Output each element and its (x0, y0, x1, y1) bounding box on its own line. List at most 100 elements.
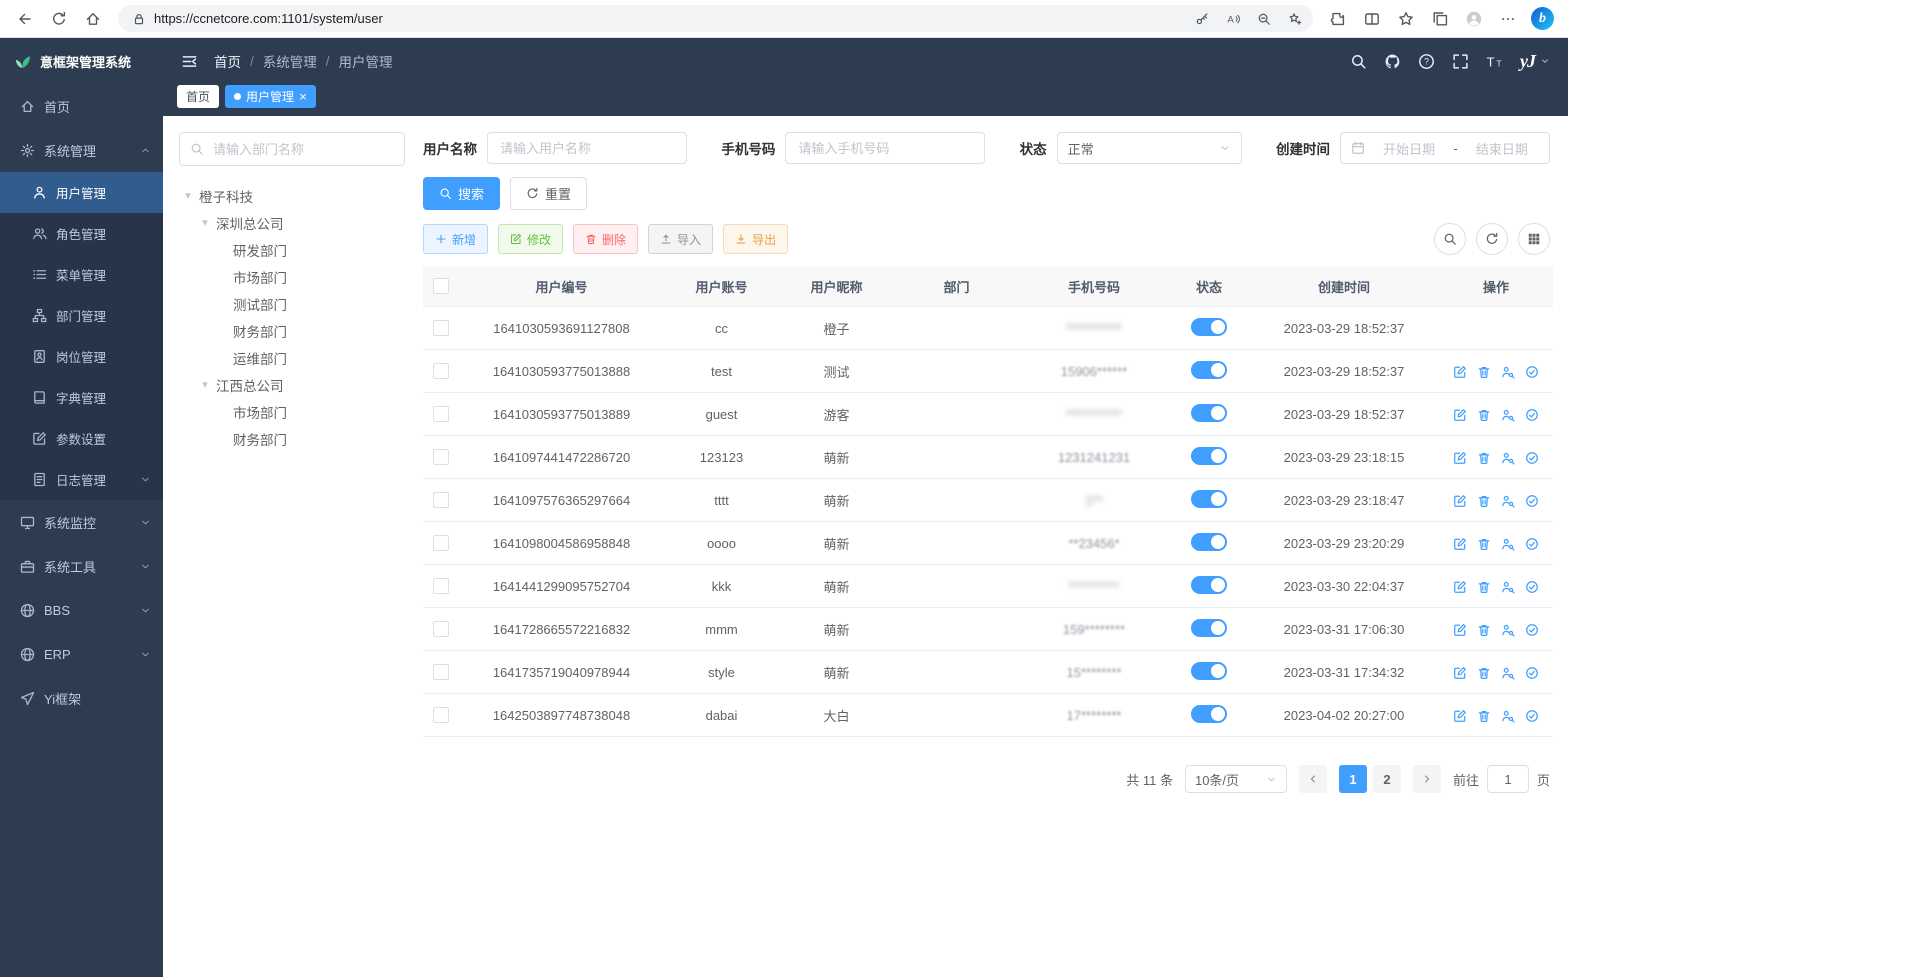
status-toggle[interactable] (1191, 705, 1227, 723)
tab-item[interactable]: 用户管理× (225, 85, 316, 108)
breadcrumb-item[interactable]: 系统管理 (263, 51, 317, 71)
tree-node[interactable]: ▾深圳总公司 (179, 209, 405, 236)
status-toggle[interactable] (1191, 447, 1227, 465)
delete-icon[interactable] (1477, 666, 1491, 680)
copilot-icon[interactable]: b (1531, 7, 1554, 30)
dept-search-input[interactable] (211, 141, 394, 158)
sidebar-toggle-icon[interactable] (181, 53, 198, 70)
reset-password-icon[interactable] (1501, 451, 1515, 465)
sidebar-item[interactable]: ERP (0, 632, 163, 676)
sidebar-item[interactable]: 岗位管理 (0, 336, 163, 377)
edit-icon[interactable] (1453, 451, 1467, 465)
toggle-search-button[interactable] (1434, 223, 1466, 255)
reset-password-icon[interactable] (1501, 494, 1515, 508)
tree-caret-icon[interactable]: ▾ (198, 216, 212, 229)
status-select[interactable]: 正常 (1057, 132, 1242, 164)
tree-node[interactable]: ▾橙子科技 (179, 182, 405, 209)
authorize-icon[interactable] (1525, 580, 1539, 594)
breadcrumb-item[interactable]: 首页 (214, 51, 241, 71)
reset-password-icon[interactable] (1501, 365, 1515, 379)
delete-icon[interactable] (1477, 408, 1491, 422)
edit-icon[interactable] (1453, 408, 1467, 422)
edit-button[interactable]: 修改 (498, 224, 563, 254)
user-menu-arrow-icon[interactable] (1540, 56, 1550, 66)
edit-icon[interactable] (1453, 365, 1467, 379)
tree-node[interactable]: 财务部门 (179, 425, 405, 452)
row-checkbox[interactable] (433, 406, 449, 422)
authorize-icon[interactable] (1525, 494, 1539, 508)
delete-icon[interactable] (1477, 451, 1491, 465)
add-button[interactable]: 新增 (423, 224, 488, 254)
sidebar-item[interactable]: 系统监控 (0, 500, 163, 544)
extensions-icon[interactable] (1323, 4, 1353, 34)
collections-icon[interactable] (1425, 4, 1455, 34)
next-page-button[interactable] (1413, 765, 1441, 793)
row-checkbox[interactable] (433, 449, 449, 465)
status-toggle[interactable] (1191, 662, 1227, 680)
tab-close-icon[interactable]: × (299, 90, 307, 103)
status-toggle[interactable] (1191, 490, 1227, 508)
search-button[interactable]: 搜索 (423, 177, 500, 210)
sidebar-item[interactable]: Yi框架 (0, 676, 163, 720)
tree-node[interactable]: 测试部门 (179, 290, 405, 317)
edit-icon[interactable] (1453, 623, 1467, 637)
sidebar-item[interactable]: 系统管理 (0, 128, 163, 172)
sidebar-item[interactable]: BBS (0, 588, 163, 632)
authorize-icon[interactable] (1525, 408, 1539, 422)
address-bar[interactable]: https://ccnetcore.com:1101/system/user A (118, 5, 1313, 32)
tree-caret-icon[interactable]: ▾ (181, 189, 195, 202)
delete-icon[interactable] (1477, 365, 1491, 379)
status-toggle[interactable] (1191, 619, 1227, 637)
row-checkbox[interactable] (433, 320, 449, 336)
select-all-checkbox[interactable] (433, 278, 449, 294)
sidebar-item[interactable]: 参数设置 (0, 418, 163, 459)
user-avatar[interactable]: yJ (1520, 51, 1535, 72)
status-toggle[interactable] (1191, 533, 1227, 551)
date-range-picker[interactable]: 开始日期 - 结束日期 (1340, 132, 1550, 164)
fullscreen-icon[interactable] (1452, 53, 1469, 70)
row-checkbox[interactable] (433, 621, 449, 637)
read-aloud-icon[interactable]: A (1220, 6, 1245, 31)
favorites-icon[interactable] (1391, 4, 1421, 34)
browser-refresh-button[interactable] (44, 4, 74, 34)
edit-icon[interactable] (1453, 580, 1467, 594)
tree-node[interactable]: 运维部门 (179, 344, 405, 371)
import-button[interactable]: 导入 (648, 224, 713, 254)
reset-password-icon[interactable] (1501, 408, 1515, 422)
add-favorite-icon[interactable] (1282, 6, 1307, 31)
font-size-icon[interactable]: TT (1486, 53, 1503, 70)
sidebar-item[interactable]: 系统工具 (0, 544, 163, 588)
page-button[interactable]: 2 (1373, 765, 1401, 793)
edit-icon[interactable] (1453, 494, 1467, 508)
zoom-icon[interactable] (1251, 6, 1276, 31)
sidebar-item[interactable]: 字典管理 (0, 377, 163, 418)
status-toggle[interactable] (1191, 404, 1227, 422)
authorize-icon[interactable] (1525, 365, 1539, 379)
delete-icon[interactable] (1477, 709, 1491, 723)
header-search-icon[interactable] (1350, 53, 1367, 70)
tree-node[interactable]: 市场部门 (179, 398, 405, 425)
columns-grid-button[interactable] (1518, 223, 1550, 255)
github-icon[interactable] (1384, 53, 1401, 70)
authorize-icon[interactable] (1525, 623, 1539, 637)
help-icon[interactable]: ? (1418, 53, 1435, 70)
split-screen-icon[interactable] (1357, 4, 1387, 34)
delete-icon[interactable] (1477, 623, 1491, 637)
sidebar-item[interactable]: 菜单管理 (0, 254, 163, 295)
profile-avatar[interactable] (1459, 4, 1489, 34)
sidebar-item[interactable]: 部门管理 (0, 295, 163, 336)
refresh-table-button[interactable] (1476, 223, 1508, 255)
username-input[interactable] (498, 140, 676, 157)
authorize-icon[interactable] (1525, 709, 1539, 723)
tree-node[interactable]: 研发部门 (179, 236, 405, 263)
page-size-select[interactable]: 10条/页 (1185, 765, 1287, 793)
edit-icon[interactable] (1453, 537, 1467, 551)
reset-password-icon[interactable] (1501, 709, 1515, 723)
authorize-icon[interactable] (1525, 666, 1539, 680)
tree-node[interactable]: 市场部门 (179, 263, 405, 290)
phone-input[interactable] (796, 140, 974, 157)
delete-icon[interactable] (1477, 494, 1491, 508)
reset-password-icon[interactable] (1501, 666, 1515, 680)
export-button[interactable]: 导出 (723, 224, 788, 254)
edit-icon[interactable] (1453, 709, 1467, 723)
